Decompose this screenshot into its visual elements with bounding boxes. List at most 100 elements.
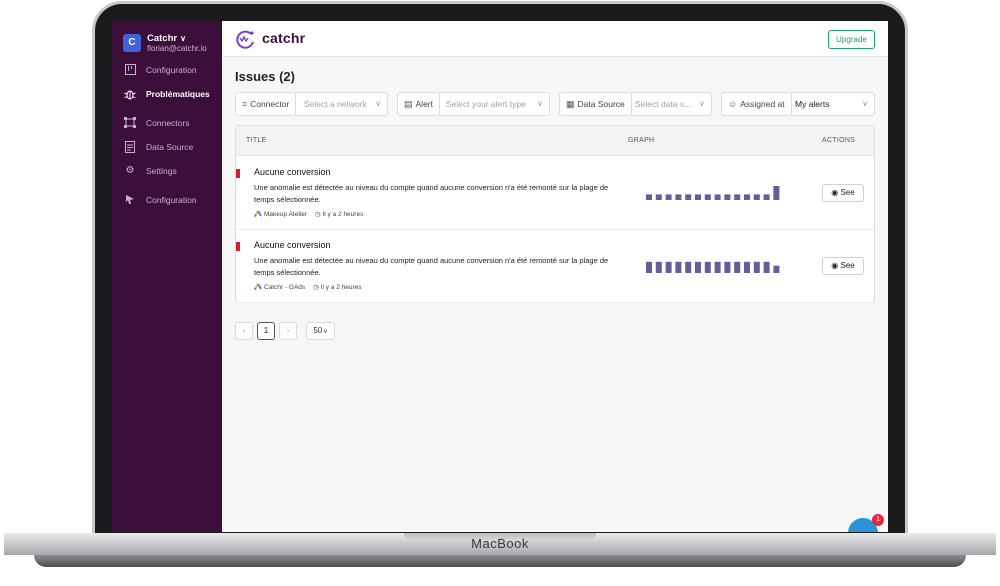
assigned-filter[interactable]: ☺ Assigned at My alerts ∨ bbox=[721, 92, 875, 116]
issue-time: Il y a 2 heures bbox=[322, 211, 364, 218]
data-source-filter[interactable]: ▦ Data Source Select data s... ∨ bbox=[559, 92, 712, 116]
sidebar-item-label: Configuration bbox=[146, 195, 197, 205]
graph-bar bbox=[773, 186, 780, 200]
issue-source: Catchr - GAds bbox=[264, 284, 306, 291]
sidebar-item-settings[interactable]: ⚙ Settings bbox=[124, 164, 220, 180]
page-size-select[interactable]: 50∨ bbox=[306, 322, 335, 340]
account-switcher[interactable]: C Catchr ∨ florian@catchr.io bbox=[123, 33, 218, 57]
chevron-down-icon: ∨ bbox=[180, 34, 186, 43]
account-email: florian@catchr.io bbox=[147, 44, 207, 53]
pagination-prev[interactable]: ‹ bbox=[235, 322, 253, 340]
connector-filter-label: ⌗ Connector bbox=[236, 93, 297, 115]
sidebar-item-data-source[interactable]: Data Source bbox=[124, 140, 220, 156]
issue-source: Makeup Atelier bbox=[264, 211, 307, 218]
chevron-down-icon: ∨ bbox=[862, 99, 868, 108]
sidebar-item-configuration[interactable]: Configuration bbox=[124, 63, 220, 79]
sidebar-item-connectors[interactable]: Connectors bbox=[124, 116, 220, 132]
account-name: Catchr bbox=[147, 33, 178, 44]
assigned-select[interactable]: My alerts bbox=[795, 93, 829, 115]
graph-bar bbox=[655, 261, 662, 273]
column-actions: ACTIONS bbox=[822, 137, 856, 144]
see-button[interactable]: ◉ See bbox=[822, 184, 864, 202]
assigned-label-text: Assigned at bbox=[740, 99, 785, 109]
graph-bar bbox=[753, 194, 760, 200]
pagination-next[interactable]: › bbox=[279, 322, 297, 340]
sidebar-item-label: Configuration bbox=[146, 65, 197, 75]
board-icon bbox=[124, 64, 136, 76]
top-bar: catchr Upgrade bbox=[222, 21, 888, 57]
graph-bar bbox=[734, 261, 741, 273]
sidebar-item-configuration-2[interactable]: Configuration bbox=[124, 193, 220, 209]
sidebar-item-problematiques[interactable]: Problématiques bbox=[124, 87, 220, 103]
google-ads-icon bbox=[254, 283, 262, 290]
sidebar-item-label: Settings bbox=[146, 166, 177, 176]
google-ads-icon bbox=[254, 210, 262, 217]
data-source-select[interactable]: Select data s... bbox=[635, 93, 691, 115]
graph-bar bbox=[704, 194, 711, 200]
pointer-icon bbox=[124, 194, 136, 206]
page-size-value: 50 bbox=[313, 326, 323, 335]
connector-select[interactable]: Select a network bbox=[304, 93, 367, 115]
table-row[interactable]: Aucune conversion Une anomalie est détec… bbox=[236, 230, 874, 303]
table-header: TITLE GRAPH ACTIONS bbox=[236, 126, 874, 156]
graph-bar bbox=[744, 261, 750, 273]
graph-bar bbox=[665, 194, 672, 200]
app-screen: C Catchr ∨ florian@catchr.io Configuratio… bbox=[112, 21, 888, 532]
account-name-row: Catchr ∨ bbox=[147, 33, 186, 44]
graph-bar bbox=[724, 194, 731, 200]
page-title: Issues (2) bbox=[235, 69, 295, 84]
graph-bar bbox=[753, 261, 760, 273]
severity-flag bbox=[236, 242, 240, 251]
table-row[interactable]: Aucune conversion Une anomalie est détec… bbox=[236, 157, 874, 230]
data-source-label-text: Data Source bbox=[577, 99, 625, 109]
gear-icon: ⚙ bbox=[125, 165, 135, 176]
sidebar-item-label: Connectors bbox=[146, 118, 190, 128]
chevron-down-icon: ∨ bbox=[323, 329, 328, 335]
catchr-logo-icon bbox=[236, 30, 254, 49]
graph-bar bbox=[685, 194, 692, 200]
issue-time: Il y a 2 heures bbox=[320, 284, 362, 291]
see-button[interactable]: ◉ See bbox=[822, 257, 864, 275]
bug-icon bbox=[124, 88, 136, 100]
column-title: TITLE bbox=[246, 137, 267, 144]
connector-icon bbox=[124, 117, 136, 129]
sidebar: C Catchr ∨ florian@catchr.io Configuratio… bbox=[112, 21, 222, 532]
severity-flag bbox=[236, 169, 240, 178]
sidebar-item-label: Problématiques bbox=[146, 89, 210, 99]
column-graph: GRAPH bbox=[628, 137, 655, 144]
graph-bar bbox=[665, 261, 672, 273]
issues-table: TITLE GRAPH ACTIONS Aucune conversion Un… bbox=[235, 125, 875, 303]
laptop-base: MacBook bbox=[4, 533, 996, 577]
clock-icon: ◷ bbox=[313, 284, 321, 291]
pagination-page[interactable]: 1 bbox=[257, 322, 275, 340]
graph-bar bbox=[714, 194, 721, 200]
graph-bar bbox=[773, 265, 780, 273]
issue-graph bbox=[646, 261, 780, 273]
data-source-icon: ▦ bbox=[566, 99, 575, 109]
issue-graph bbox=[646, 186, 780, 200]
logo-text: catchr bbox=[262, 30, 306, 46]
device-label: MacBook bbox=[471, 536, 529, 551]
issue-title: Aucune conversion bbox=[254, 167, 331, 177]
connector-filter[interactable]: ⌗ Connector Select a network ∨ bbox=[235, 92, 388, 116]
graph-bar bbox=[685, 261, 692, 273]
alert-filter[interactable]: ▤ Alert Select your alert type ∨ bbox=[397, 92, 550, 116]
graph-bar bbox=[646, 194, 652, 200]
chat-badge: 1 bbox=[872, 514, 884, 526]
alert-label-text: Alert bbox=[415, 99, 433, 109]
chevron-down-icon: ∨ bbox=[699, 99, 705, 108]
graph-bar bbox=[704, 261, 711, 273]
issue-title: Aucune conversion bbox=[254, 240, 331, 250]
assigned-filter-label: ☺ Assigned at bbox=[722, 93, 792, 115]
issue-meta: Catchr - GAds ◷ Il y a 2 heures bbox=[254, 283, 362, 291]
data-source-icon bbox=[124, 141, 136, 153]
graph-bar bbox=[675, 261, 682, 273]
graph-bar bbox=[744, 194, 750, 200]
graph-bar bbox=[695, 194, 701, 200]
data-source-filter-label: ▦ Data Source bbox=[560, 93, 632, 115]
upgrade-button[interactable]: Upgrade bbox=[828, 30, 875, 49]
user-icon: ☺ bbox=[728, 99, 738, 109]
graph-bar bbox=[763, 261, 770, 273]
graph-bar bbox=[675, 194, 682, 200]
alert-select[interactable]: Select your alert type bbox=[446, 93, 526, 115]
